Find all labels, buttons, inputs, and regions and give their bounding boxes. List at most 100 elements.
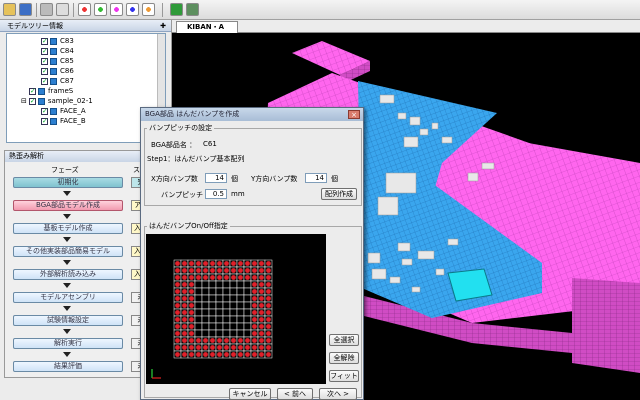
fit-button[interactable]: フィット: [329, 370, 359, 382]
bump-cell[interactable]: [236, 294, 245, 303]
bump-cell[interactable]: [201, 322, 210, 331]
solder-bump[interactable]: [252, 303, 257, 308]
step-evaluate-results[interactable]: 結果評価: [13, 361, 123, 372]
solder-bump[interactable]: [189, 331, 194, 336]
solder-bump[interactable]: [245, 261, 250, 266]
solder-bump[interactable]: [245, 338, 250, 343]
solder-bump[interactable]: [231, 345, 236, 350]
mesh-e-icon[interactable]: [142, 3, 155, 16]
solder-bump[interactable]: [259, 261, 264, 266]
solder-bump[interactable]: [266, 338, 271, 343]
bump-cell[interactable]: [208, 329, 217, 338]
select-all-button[interactable]: 全選択: [329, 334, 359, 346]
solder-bump[interactable]: [203, 338, 208, 343]
solder-bump[interactable]: [259, 345, 264, 350]
solder-bump[interactable]: [182, 282, 187, 287]
solder-bump[interactable]: [175, 352, 180, 357]
bump-cell[interactable]: [229, 322, 238, 331]
pitch-input[interactable]: 0.5: [205, 189, 227, 199]
solder-bump[interactable]: [252, 275, 257, 280]
view-solid-icon[interactable]: [170, 3, 183, 16]
solder-bump[interactable]: [175, 275, 180, 280]
bump-cell[interactable]: [222, 329, 231, 338]
solder-bump[interactable]: [266, 331, 271, 336]
solder-bump[interactable]: [224, 268, 229, 273]
save-icon[interactable]: [19, 3, 32, 16]
tree-item[interactable]: ⊟ sample_02-1: [21, 96, 93, 106]
solder-bump[interactable]: [189, 352, 194, 357]
solder-bump[interactable]: [189, 289, 194, 294]
bump-cell[interactable]: [229, 294, 238, 303]
bump-cell[interactable]: [243, 322, 252, 331]
solder-bump[interactable]: [182, 310, 187, 315]
solder-bump[interactable]: [210, 261, 215, 266]
solder-bump[interactable]: [189, 303, 194, 308]
solder-bump[interactable]: [175, 282, 180, 287]
bump-cell[interactable]: [236, 322, 245, 331]
solder-bump[interactable]: [245, 275, 250, 280]
solder-bump[interactable]: [182, 352, 187, 357]
solder-bump[interactable]: [238, 338, 243, 343]
close-icon[interactable]: ×: [348, 110, 360, 119]
bump-cell[interactable]: [201, 280, 210, 289]
solder-bump[interactable]: [252, 282, 257, 287]
solder-bump[interactable]: [189, 338, 194, 343]
solder-bump[interactable]: [182, 317, 187, 322]
solder-bump[interactable]: [182, 345, 187, 350]
bump-cell[interactable]: [236, 329, 245, 338]
mesh-c-icon[interactable]: [110, 3, 123, 16]
bump-cell[interactable]: [201, 308, 210, 317]
solder-bump[interactable]: [175, 296, 180, 301]
step-external-import[interactable]: 外部解析読み込み: [13, 269, 123, 280]
solder-bump[interactable]: [259, 296, 264, 301]
solder-bump[interactable]: [203, 261, 208, 266]
solder-bump[interactable]: [266, 345, 271, 350]
solder-bump[interactable]: [182, 261, 187, 266]
solder-bump[interactable]: [203, 345, 208, 350]
step-assembly[interactable]: モデルアセンブリ: [13, 292, 123, 303]
bump-cell[interactable]: [236, 301, 245, 310]
arrange-button[interactable]: 配列作成: [321, 188, 357, 200]
solder-bump[interactable]: [189, 282, 194, 287]
bump-cell[interactable]: [194, 287, 203, 296]
bump-cell[interactable]: [243, 294, 252, 303]
solder-bump[interactable]: [266, 275, 271, 280]
checkbox[interactable]: [41, 36, 48, 46]
solder-bump[interactable]: [210, 275, 215, 280]
solder-bump[interactable]: [189, 296, 194, 301]
step-initialize[interactable]: 初期化: [13, 177, 123, 188]
bump-cell[interactable]: [215, 301, 224, 310]
solder-bump[interactable]: [203, 275, 208, 280]
bump-cell[interactable]: [215, 294, 224, 303]
solder-bump[interactable]: [238, 352, 243, 357]
solder-bump[interactable]: [182, 296, 187, 301]
bump-cell[interactable]: [229, 315, 238, 324]
solder-bump[interactable]: [189, 345, 194, 350]
solder-bump[interactable]: [175, 261, 180, 266]
tree-item[interactable]: C83: [41, 36, 74, 46]
solder-bump[interactable]: [245, 352, 250, 357]
bump-cell[interactable]: [208, 294, 217, 303]
solder-bump[interactable]: [182, 303, 187, 308]
checkbox[interactable]: [41, 66, 48, 76]
bump-cell[interactable]: [229, 287, 238, 296]
solder-bump[interactable]: [224, 261, 229, 266]
solder-bump[interactable]: [217, 275, 222, 280]
bump-cell[interactable]: [201, 301, 210, 310]
bump-cell[interactable]: [208, 308, 217, 317]
solder-bump[interactable]: [231, 268, 236, 273]
solder-bump[interactable]: [259, 303, 264, 308]
bump-grid-canvas[interactable]: [146, 234, 326, 384]
checkbox[interactable]: [41, 46, 48, 56]
bump-cell[interactable]: [243, 287, 252, 296]
bump-cell[interactable]: [236, 308, 245, 317]
solder-bump[interactable]: [266, 324, 271, 329]
print-icon[interactable]: [40, 3, 53, 16]
solder-bump[interactable]: [203, 352, 208, 357]
bump-cell[interactable]: [201, 329, 210, 338]
solder-bump[interactable]: [196, 345, 201, 350]
solder-bump[interactable]: [203, 268, 208, 273]
solder-bump[interactable]: [217, 345, 222, 350]
bump-cell[interactable]: [229, 308, 238, 317]
bump-cell[interactable]: [243, 315, 252, 324]
